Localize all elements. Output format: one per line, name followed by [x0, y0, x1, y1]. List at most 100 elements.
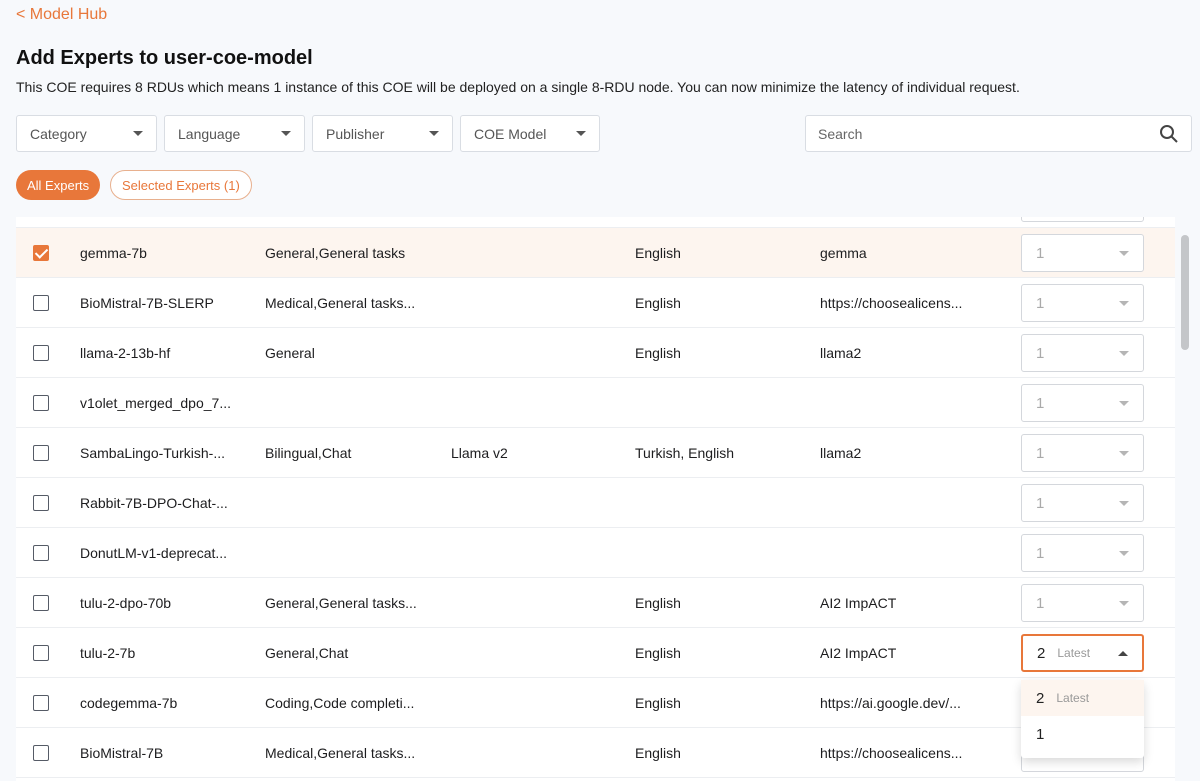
- row-checkbox[interactable]: [33, 395, 49, 411]
- table-row[interactable]: v1olet_merged_dpo_7... 1: [16, 378, 1175, 428]
- publisher-filter[interactable]: Publisher: [312, 115, 453, 152]
- table-row[interactable]: codegemma-7b Coding,Code completi... Engli…: [16, 678, 1175, 728]
- version-dropdown-menu: 2 Latest 1: [1021, 680, 1144, 758]
- expert-category: General,General tasks: [265, 245, 406, 261]
- version-option-1[interactable]: 1: [1021, 716, 1144, 752]
- version-value: 1: [1036, 394, 1045, 412]
- version-select[interactable]: 1: [1021, 534, 1144, 572]
- version-value: 1: [1036, 594, 1045, 612]
- table-row[interactable]: tulu-2-dpo-70b General,General tasks... En…: [16, 578, 1175, 628]
- version-select[interactable]: 1: [1021, 584, 1144, 622]
- expert-language: English: [635, 295, 681, 311]
- caret-down-icon: [429, 131, 439, 136]
- row-checkbox[interactable]: [33, 545, 49, 561]
- version-value: 1: [1036, 494, 1045, 512]
- table-row[interactable]: llama-2-13b-hf General English llama2 1: [16, 328, 1175, 378]
- expert-language: English: [635, 345, 681, 361]
- version-option-2[interactable]: 2 Latest: [1021, 680, 1144, 716]
- expert-license: AI2 ImpACT: [820, 645, 897, 661]
- version-select[interactable]: 1: [1021, 234, 1144, 272]
- tab-all-experts[interactable]: All Experts: [16, 170, 101, 200]
- caret-down-icon: [1119, 450, 1129, 456]
- row-checkbox[interactable]: [33, 445, 49, 461]
- expert-license: https://choosealicens...: [820, 295, 963, 311]
- expert-category: Medical,General tasks...: [265, 745, 416, 761]
- table-row[interactable]: BioMistral-7B Medical,General tasks... Eng…: [16, 728, 1175, 778]
- version-value: 2: [1037, 644, 1046, 662]
- table-row[interactable]: DonutLM-v1-deprecat... 1: [16, 528, 1175, 578]
- version-select[interactable]: 1: [1021, 284, 1144, 322]
- expert-name: tulu-2-7b: [80, 645, 136, 661]
- row-checkbox[interactable]: [33, 695, 49, 711]
- version-value: 1: [1036, 294, 1045, 312]
- version-value: 1: [1036, 544, 1045, 562]
- expert-name: gemma-7b: [80, 245, 147, 261]
- tab-selected-experts[interactable]: Selected Experts (1): [110, 170, 252, 200]
- caret-down-icon: [1119, 300, 1129, 306]
- table-row[interactable]: tulu-2-7b General,Chat English AI2 ImpACT 2 L…: [16, 628, 1175, 678]
- option-value: 1: [1036, 725, 1045, 743]
- row-checkbox[interactable]: [33, 295, 49, 311]
- expert-language: English: [635, 745, 681, 761]
- version-select[interactable]: 2 Latest: [1021, 634, 1144, 672]
- table-row[interactable]: SambaLingo-Turkish-... Bilingual,Chat Llam…: [16, 428, 1175, 478]
- latest-tag: Latest: [1056, 691, 1090, 705]
- row-checkbox[interactable]: [33, 645, 49, 661]
- expert-name: v1olet_merged_dpo_7...: [80, 395, 231, 411]
- search-box: [805, 115, 1192, 152]
- version-select[interactable]: 1: [1021, 384, 1144, 422]
- expert-category: General,General tasks...: [265, 595, 417, 611]
- scrollbar-thumb[interactable]: [1181, 235, 1189, 350]
- expert-name: DonutLM-v1-deprecat...: [80, 545, 228, 561]
- version-value: 1: [1036, 344, 1045, 362]
- page-description: This COE requires 8 RDUs which means 1 i…: [16, 79, 1020, 95]
- caret-up-icon: [1118, 650, 1128, 656]
- version-value: 1: [1036, 244, 1045, 262]
- expert-license: AI2 ImpACT: [820, 595, 897, 611]
- scrollbar[interactable]: [1178, 217, 1192, 781]
- experts-table: gemma-7b General,General tasks English gemm…: [16, 217, 1175, 781]
- version-select[interactable]: 1: [1021, 484, 1144, 522]
- expert-category: Coding,Code completi...: [265, 695, 415, 711]
- expert-category: General,Chat: [265, 645, 349, 661]
- search-input[interactable]: [818, 125, 1159, 142]
- expert-architecture: Llama v2: [451, 445, 508, 461]
- row-checkbox[interactable]: [33, 595, 49, 611]
- version-select[interactable]: 1: [1021, 334, 1144, 372]
- coe-model-filter-label: COE Model: [474, 125, 547, 142]
- table-row[interactable]: gemma-7b General,General tasks English gemm…: [16, 228, 1175, 278]
- latest-tag: Latest: [1057, 646, 1091, 660]
- caret-down-icon: [1119, 400, 1129, 406]
- expert-license: https://choosealicens...: [820, 745, 963, 761]
- version-select[interactable]: 1: [1021, 434, 1144, 472]
- publisher-filter-label: Publisher: [326, 125, 385, 142]
- expert-language: English: [635, 695, 681, 711]
- row-checkbox[interactable]: [33, 495, 49, 511]
- table-row[interactable]: Rabbit-7B-DPO-Chat-... 1: [16, 478, 1175, 528]
- expert-category: Medical,General tasks...: [265, 295, 416, 311]
- page-title: Add Experts to user-coe-model: [16, 47, 313, 69]
- category-filter[interactable]: Category: [16, 115, 157, 152]
- caret-down-icon: [1119, 250, 1129, 256]
- caret-down-icon: [133, 131, 143, 136]
- option-value: 2: [1036, 689, 1045, 707]
- version-select[interactable]: [1021, 217, 1144, 222]
- caret-down-icon: [281, 131, 291, 136]
- caret-down-icon: [1119, 350, 1129, 356]
- row-checkbox[interactable]: [33, 245, 49, 261]
- row-checkbox[interactable]: [33, 745, 49, 761]
- language-filter[interactable]: Language: [164, 115, 305, 152]
- back-to-model-hub-link[interactable]: < Model Hub: [16, 6, 107, 24]
- expert-category: General: [265, 345, 315, 361]
- expert-name: tulu-2-dpo-70b: [80, 595, 172, 611]
- expert-name: BioMistral-7B: [80, 745, 164, 761]
- expert-name: Rabbit-7B-DPO-Chat-...: [80, 495, 228, 511]
- table-row[interactable]: BioMistral-7B-SLERP Medical,General tasks…: [16, 278, 1175, 328]
- search-icon[interactable]: [1159, 124, 1179, 144]
- expert-license: llama2: [820, 345, 862, 361]
- caret-down-icon: [576, 131, 586, 136]
- row-checkbox[interactable]: [33, 345, 49, 361]
- category-filter-label: Category: [30, 125, 87, 142]
- coe-model-filter[interactable]: COE Model: [460, 115, 600, 152]
- expert-language: English: [635, 645, 681, 661]
